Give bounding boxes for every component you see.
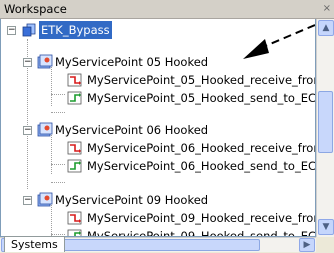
tree-item-label[interactable]: MyServicePoint_05_Hooked_send_to_ECU [87,89,315,107]
tree-item-label[interactable]: MyServicePoint_09_Hooked_send_to_ECU [87,227,315,236]
receive-icon [67,141,82,155]
tree-connector [51,182,65,183]
tree-item-label[interactable]: MyServicePoint_09_Hooked_receive_from_EC… [87,209,315,227]
tree-connector [51,112,65,113]
workspace-tree[interactable]: − ETK_Bypass − MyServicePoint 05 Hooked … [0,19,316,237]
scroll-down-icon[interactable]: ▼ [318,219,334,235]
annotation-arrow-icon [243,24,315,59]
tree-item-label[interactable]: MyServicePoint_06_Hooked_receive_from_EC… [87,139,315,157]
workspace-titlebar: Workspace × [0,0,334,19]
close-icon[interactable]: × [323,0,331,18]
collapse-icon[interactable]: − [23,196,32,205]
scrollbar-corner [316,237,334,252]
tab-systems-label: Systems [11,238,58,251]
module-icon [37,192,53,207]
scroll-up-icon[interactable]: ▲ [318,20,334,36]
collapse-icon[interactable]: − [23,126,32,135]
tree-node-root-label[interactable]: ETK_Bypass [39,21,112,39]
send-icon [67,229,82,236]
tree-item[interactable]: MyServicePoint_05_Hooked_send_to_ECU [1,89,315,107]
tree-item[interactable]: MyServicePoint_06_Hooked_receive_from_EC… [1,139,315,157]
tree-group-label[interactable]: MyServicePoint 06 Hooked [55,121,208,139]
vertical-scroll-thumb[interactable] [318,91,333,153]
tree-group-label[interactable]: MyServicePoint 05 Hooked [55,53,208,71]
module-icon [37,122,53,137]
collapse-icon[interactable]: − [7,26,16,35]
receive-icon [67,211,82,225]
tree-group[interactable]: − MyServicePoint 06 Hooked [1,121,315,139]
tree-item[interactable]: MyServicePoint_06_Hooked_send_to_ECU [1,157,315,175]
tree-item-label[interactable]: MyServicePoint_06_Hooked_send_to_ECU [87,157,315,175]
project-icon [22,23,36,37]
send-icon [67,91,82,105]
collapse-icon[interactable]: − [23,58,32,67]
receive-icon [67,73,82,87]
module-icon [37,54,53,69]
scroll-right-icon[interactable]: ▶ [299,238,315,252]
tree-group-label[interactable]: MyServicePoint 09 Hooked [55,191,208,209]
workspace-panel: Workspace × − ETK_Bypass − MyServicePoin… [0,0,334,252]
tree-item[interactable]: MyServicePoint_09_Hooked_receive_from_EC… [1,209,315,227]
tree-group[interactable]: − MyServicePoint 09 Hooked [1,191,315,209]
send-icon [67,159,82,173]
tab-systems[interactable]: Systems [4,236,65,252]
vertical-scrollbar[interactable]: ▲ ▼ [316,19,334,237]
workspace-title: Workspace [4,2,67,16]
